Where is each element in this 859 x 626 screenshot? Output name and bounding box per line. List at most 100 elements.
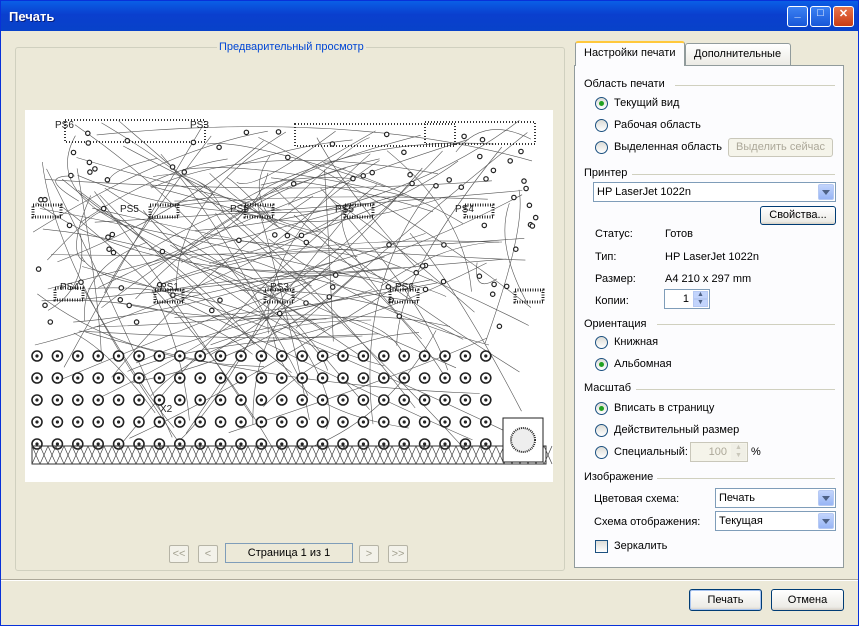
custom-scale-input[interactable]: 100 ▲ ▼ bbox=[690, 442, 748, 462]
pcb-pad-hole bbox=[117, 420, 121, 424]
pcb-pad-hole bbox=[76, 354, 80, 358]
minimize-button[interactable]: _ bbox=[787, 6, 808, 27]
radio-work-area-label[interactable]: Рабочая область bbox=[614, 119, 701, 131]
chevron-down-icon[interactable] bbox=[818, 513, 834, 529]
radio-landscape-label[interactable]: Альбомная bbox=[614, 358, 672, 370]
pcb-via bbox=[532, 214, 539, 221]
radio-actual-size[interactable] bbox=[595, 424, 608, 437]
pcb-via bbox=[276, 310, 283, 317]
pcb-via bbox=[159, 248, 166, 255]
pcb-via bbox=[413, 269, 420, 276]
tab-additional[interactable]: Дополнительные bbox=[685, 43, 791, 65]
pcb-via bbox=[275, 129, 282, 135]
pcb-pad-hole bbox=[341, 420, 345, 424]
radio-actual-size-label[interactable]: Действительный размер bbox=[614, 424, 739, 436]
pcb-pad-hole bbox=[178, 420, 182, 424]
last-page-button[interactable]: >> bbox=[388, 545, 408, 563]
chevron-down-icon[interactable] bbox=[818, 184, 834, 200]
printer-select[interactable]: HP LaserJet 1022n bbox=[593, 182, 836, 202]
pcb-pad-hole bbox=[259, 376, 263, 380]
pcb-connector bbox=[294, 123, 456, 147]
pcb-via bbox=[170, 292, 176, 298]
pcb-via bbox=[396, 313, 403, 320]
pcb-pad-hole bbox=[219, 420, 223, 424]
chevron-down-icon[interactable] bbox=[818, 490, 834, 506]
pcb-pad-hole bbox=[300, 354, 304, 358]
pcb-pad-hole bbox=[361, 442, 365, 446]
properties-button[interactable]: Свойства... bbox=[760, 206, 836, 225]
pcb-via bbox=[47, 319, 54, 325]
pcb-via bbox=[92, 166, 98, 172]
tab-print-settings[interactable]: Настройки печати bbox=[575, 41, 685, 66]
pcb-pad-hole bbox=[423, 376, 427, 380]
next-page-button[interactable]: > bbox=[359, 545, 379, 563]
color-scheme-label: Цветовая схема: bbox=[594, 493, 680, 505]
pcb-via bbox=[284, 154, 291, 161]
radio-work-area[interactable] bbox=[595, 119, 608, 132]
copies-stepper[interactable]: 1 ▲ ▼ bbox=[664, 289, 710, 309]
pcb-pad-hole bbox=[157, 398, 161, 402]
title-bar[interactable]: Печать _ □ ✕ bbox=[1, 1, 858, 31]
pcb-pad-hole bbox=[117, 354, 121, 358]
first-page-button[interactable]: << bbox=[169, 545, 189, 563]
copies-value[interactable]: 1 bbox=[683, 293, 689, 305]
pcb-pad-hole bbox=[239, 354, 243, 358]
copies-label: Копии: bbox=[595, 295, 629, 307]
pcb-mount-hole bbox=[510, 427, 536, 453]
pcb-pad-hole bbox=[137, 398, 141, 402]
pcb-pad-hole bbox=[157, 442, 161, 446]
cancel-button[interactable]: Отмена bbox=[771, 589, 844, 611]
pcb-pad-hole bbox=[157, 376, 161, 380]
pcb-pad-hole bbox=[321, 442, 325, 446]
radio-portrait-label[interactable]: Книжная bbox=[614, 336, 658, 348]
pcb-pad-hole bbox=[117, 398, 121, 402]
pcb-pad-hole bbox=[239, 420, 243, 424]
radio-custom-scale-label[interactable]: Специальный: bbox=[614, 446, 688, 458]
radio-fit-page-label[interactable]: Вписать в страницу bbox=[614, 402, 714, 414]
pcb-via bbox=[440, 278, 447, 285]
pcb-pad-hole bbox=[259, 420, 263, 424]
pcb-pad-hole bbox=[280, 420, 284, 424]
prev-page-button[interactable]: < bbox=[198, 545, 218, 563]
color-scheme-select[interactable]: Печать bbox=[715, 488, 836, 508]
pcb-pad-hole bbox=[361, 354, 365, 358]
pcb-pad-hole bbox=[341, 398, 345, 402]
pcb-via bbox=[529, 223, 536, 229]
pcb-pad-hole bbox=[55, 376, 59, 380]
status-value: Готов bbox=[665, 228, 693, 240]
radio-selected-area[interactable] bbox=[595, 141, 608, 154]
radio-fit-page[interactable] bbox=[595, 402, 608, 415]
pcb-pad-hole bbox=[280, 376, 284, 380]
stepper-up-icon[interactable]: ▲ bbox=[693, 291, 708, 299]
radio-selected-area-label[interactable]: Выделенная область bbox=[614, 141, 722, 153]
pcb-pad-hole bbox=[463, 420, 467, 424]
select-now-button[interactable]: Выделить сейчас bbox=[728, 138, 833, 157]
radio-current-view[interactable] bbox=[595, 97, 608, 110]
pcb-pad-hole bbox=[259, 354, 263, 358]
pcb-pad-hole bbox=[484, 354, 488, 358]
pcb-pad-hole bbox=[321, 354, 325, 358]
pcb-pad-hole bbox=[239, 442, 243, 446]
mirror-checkbox[interactable] bbox=[595, 540, 608, 553]
pcb-via bbox=[217, 297, 223, 304]
close-button[interactable]: ✕ bbox=[833, 6, 854, 27]
radio-landscape[interactable] bbox=[595, 358, 608, 371]
radio-current-view-label[interactable]: Текущий вид bbox=[614, 97, 679, 109]
first-page-icon: << bbox=[172, 548, 186, 560]
radio-portrait[interactable] bbox=[595, 336, 608, 349]
pcb-pad-hole bbox=[280, 354, 284, 358]
print-button[interactable]: Печать bbox=[689, 589, 762, 611]
pcb-pad-hole bbox=[280, 442, 284, 446]
pcb-pad-hole bbox=[55, 354, 59, 358]
footer-divider-highlight bbox=[1, 580, 858, 581]
maximize-button[interactable]: □ bbox=[810, 6, 831, 27]
display-scheme-select[interactable]: Текущая bbox=[715, 511, 836, 531]
type-label: Тип: bbox=[595, 251, 617, 263]
pcb-via bbox=[407, 171, 413, 178]
pcb-pad-hole bbox=[117, 442, 121, 446]
radio-custom-scale[interactable] bbox=[595, 446, 608, 459]
stepper-down-icon[interactable]: ▼ bbox=[693, 299, 708, 307]
size-label: Размер: bbox=[595, 273, 636, 285]
pcb-chip bbox=[148, 203, 180, 219]
mirror-label[interactable]: Зеркалить bbox=[614, 540, 667, 552]
